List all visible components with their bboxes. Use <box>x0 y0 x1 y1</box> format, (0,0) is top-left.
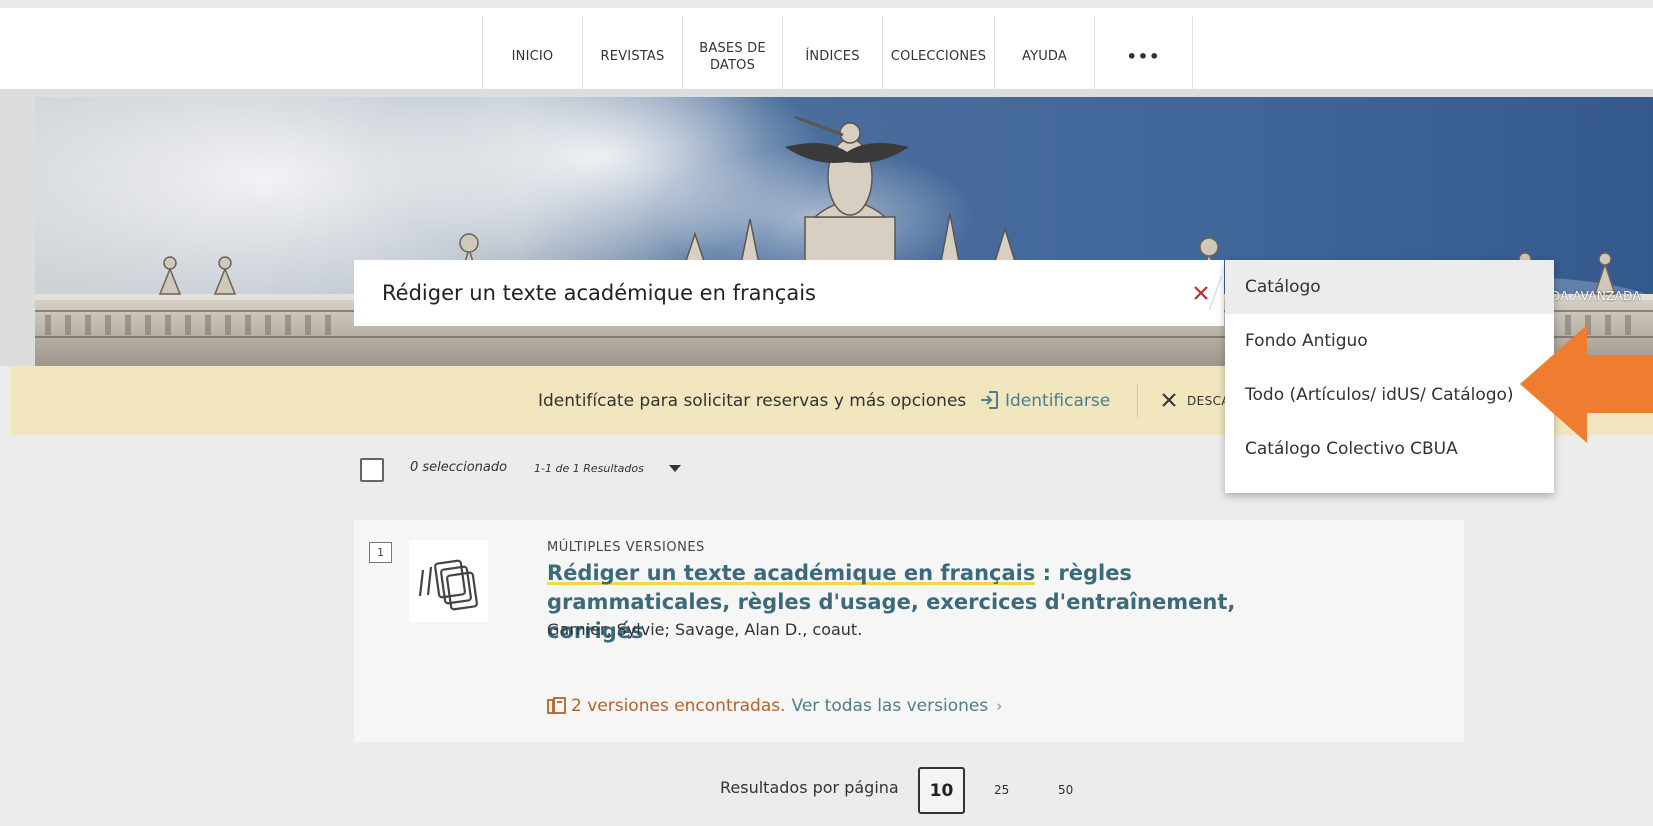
per-page-25-button[interactable]: 25 <box>994 783 1009 797</box>
main-nav: INICIO REVISTAS BASES DE DATOS ÍNDICES C… <box>482 16 1193 97</box>
view-all-versions-link[interactable]: Ver todas las versiones <box>792 696 989 716</box>
select-all-checkbox[interactable] <box>360 458 384 482</box>
dismiss-button[interactable]: DESCARTAR <box>1187 366 1227 435</box>
nav-item-ayuda[interactable]: AYUDA <box>995 16 1095 97</box>
selected-count: 0 seleccionado <box>410 460 508 475</box>
versions-found-text: 2 versiones encontradas. <box>571 696 786 716</box>
advanced-search-link[interactable]: EDA AVANZADA <box>1543 289 1641 303</box>
results-count[interactable]: 1-1 de 1 Resultados <box>534 462 644 475</box>
login-prompt-text: Identifícate para solicitar reservas y m… <box>538 390 967 411</box>
scope-option-todo[interactable]: Todo (Artículos/ idUS/ Catálogo) <box>1225 368 1554 422</box>
title-highlight[interactable]: Rédiger un texte académique en français <box>547 561 1035 585</box>
nav-item-indices[interactable]: ÍNDICES <box>783 16 883 97</box>
nav-item-inicio[interactable]: INICIO <box>483 16 583 97</box>
scope-option-cbua[interactable]: Catálogo Colectivo CBUA <box>1225 422 1554 476</box>
result-item: 1 MÚLTIPLES VERSIONES Rédiger un texte a… <box>354 520 1464 742</box>
versions-line: 2 versiones encontradas. Ver todas las v… <box>547 695 1002 717</box>
nav-item-revistas[interactable]: REVISTAS <box>583 16 683 97</box>
close-icon[interactable] <box>1158 389 1180 411</box>
per-page-label: Resultados por página <box>720 778 899 797</box>
per-page-50-button[interactable]: 50 <box>1058 783 1073 797</box>
chevron-right-icon[interactable]: › <box>996 697 1002 715</box>
record-type: MÚLTIPLES VERSIONES <box>547 540 705 555</box>
nav-item-bases-de-datos[interactable]: BASES DE DATOS <box>683 16 783 97</box>
record-authors: Garnier, Sylvie; Savage, Alan D., coaut. <box>547 620 863 639</box>
search-box <box>354 260 1224 326</box>
nav-more-button[interactable]: ••• <box>1095 16 1193 97</box>
caret-down-icon[interactable] <box>669 465 681 472</box>
scope-option-fondo-antiguo[interactable]: Fondo Antiguo <box>1225 314 1554 368</box>
login-icon[interactable] <box>977 388 1001 412</box>
search-input[interactable] <box>382 260 1162 326</box>
login-separator <box>1137 383 1138 418</box>
login-link[interactable]: Identificarse <box>1005 366 1110 435</box>
versions-book-icon <box>547 697 566 714</box>
result-number[interactable]: 1 <box>369 542 392 563</box>
per-page-10-button[interactable]: 10 <box>918 767 965 814</box>
search-scope-dropdown: Catálogo Fondo Antiguo Todo (Artículos/ … <box>1225 260 1554 493</box>
multiple-versions-icon <box>409 540 488 622</box>
scope-option-catalogo[interactable]: Catálogo <box>1225 260 1554 314</box>
top-navigation-bar: INICIO REVISTAS BASES DE DATOS ÍNDICES C… <box>0 0 1653 97</box>
nav-item-colecciones[interactable]: COLECCIONES <box>883 16 995 97</box>
annotation-arrow-icon <box>1520 325 1653 443</box>
